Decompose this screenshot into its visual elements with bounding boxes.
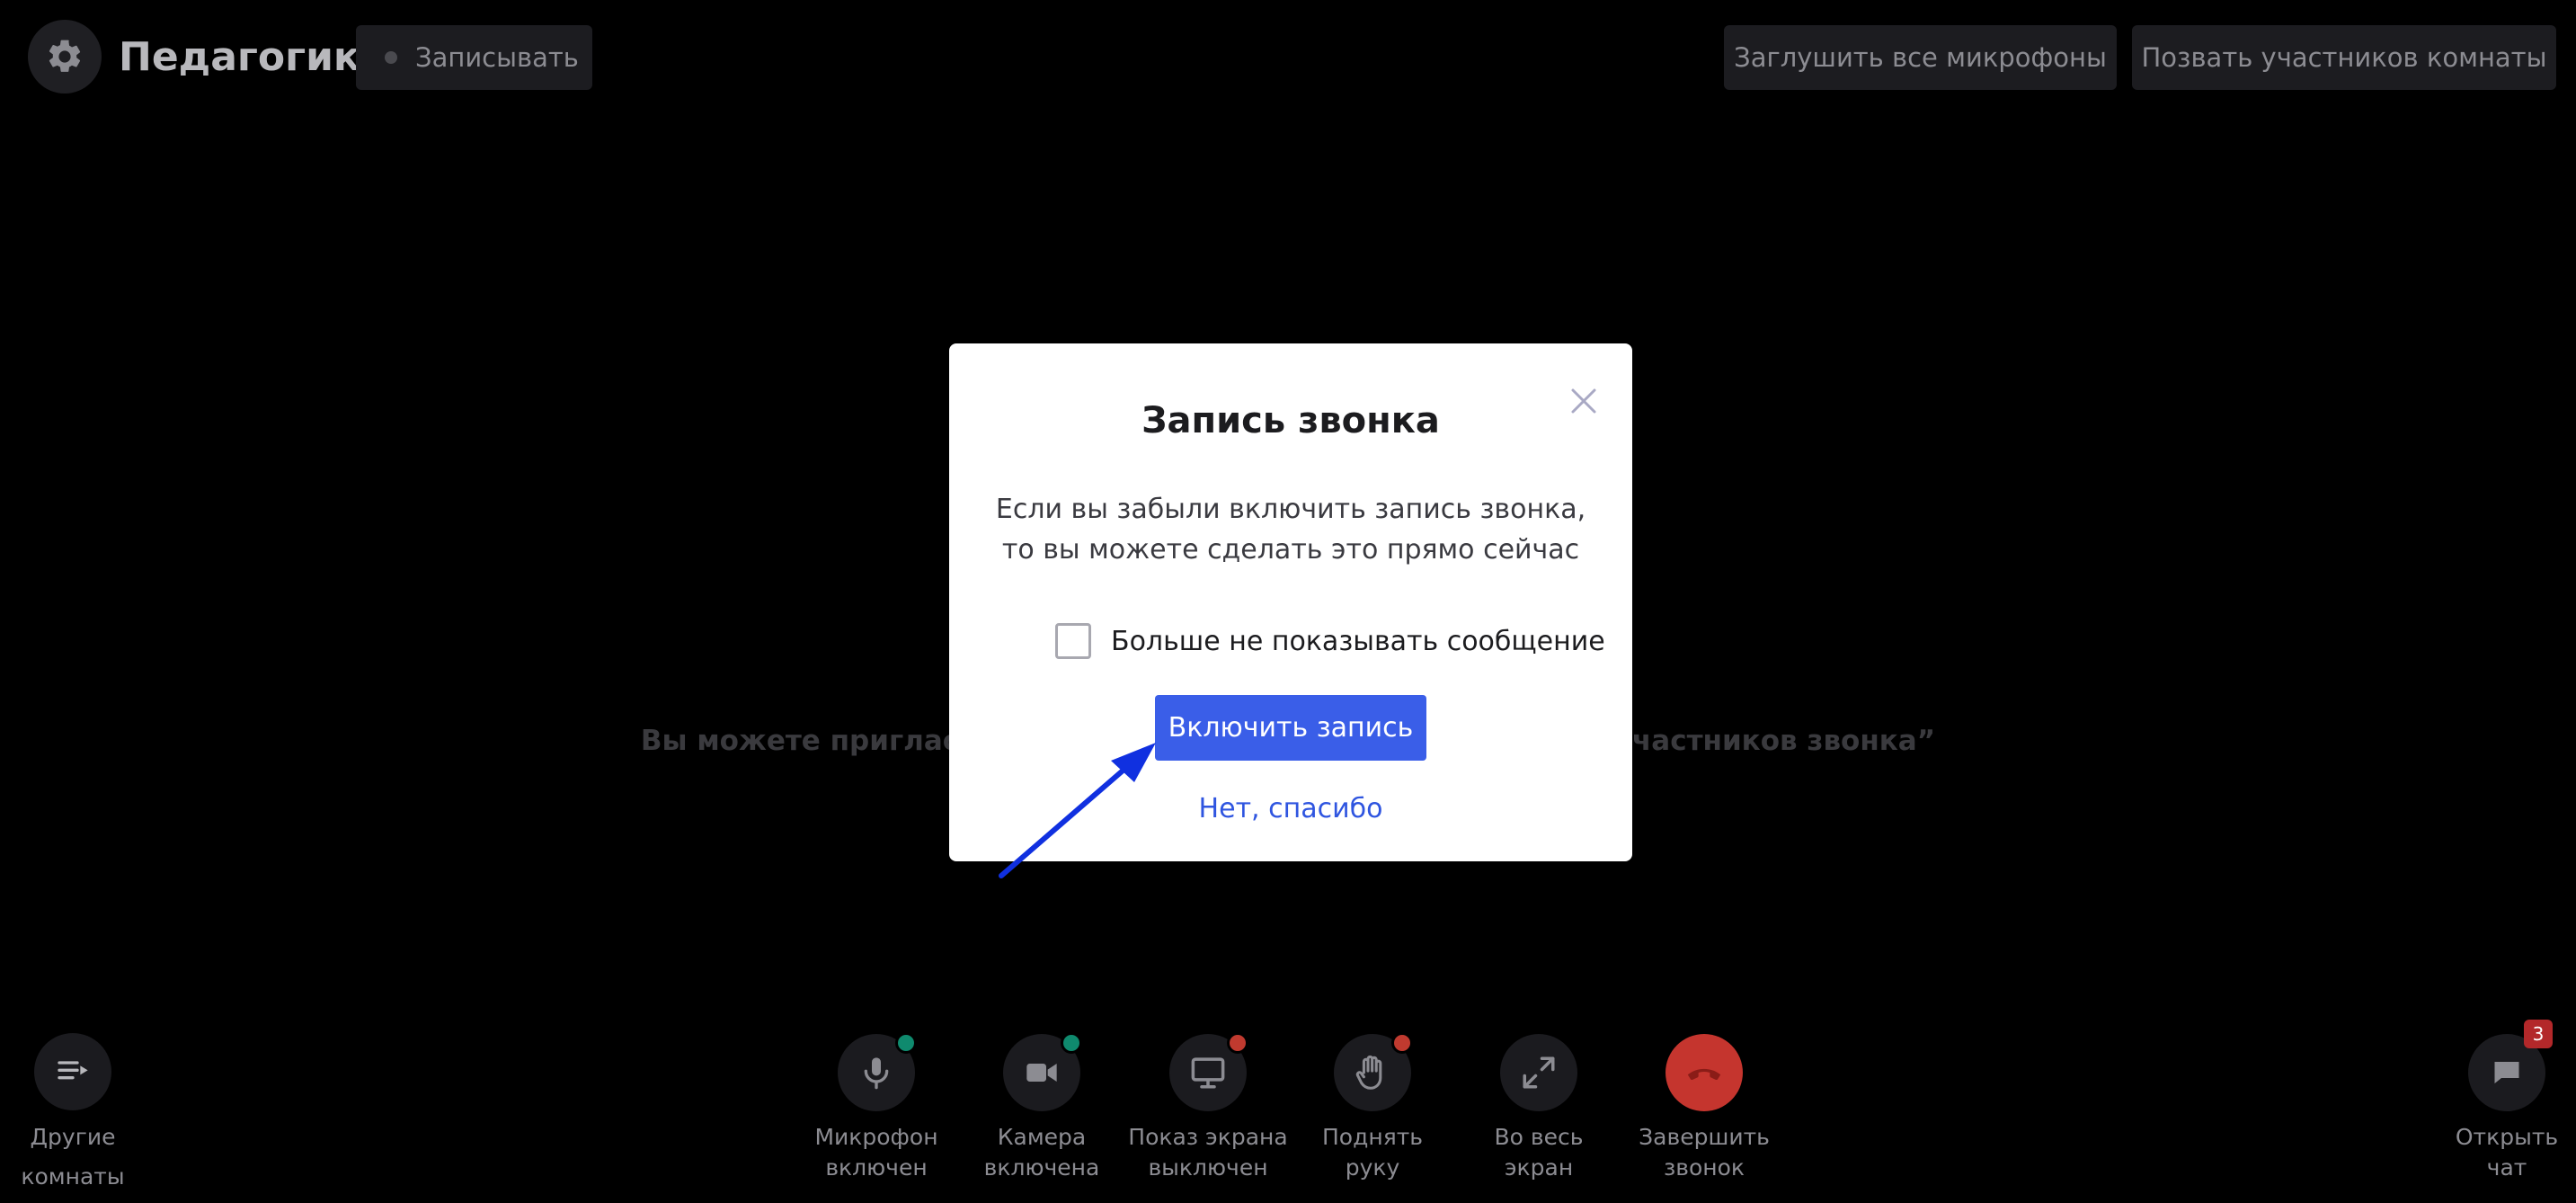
screen-share-label-2: выключен	[1148, 1154, 1268, 1181]
camera-label-2: включена	[983, 1154, 1100, 1181]
camera-status-dot	[1061, 1032, 1082, 1054]
open-chat-button[interactable]: 3 Открыть чат	[2456, 1020, 2558, 1183]
list-arrow-icon	[58, 1061, 88, 1080]
unread-count-badge: 3	[2524, 1020, 2553, 1048]
screen-share-status-dot	[1227, 1032, 1248, 1054]
end-call-label-1: Завершить	[1639, 1124, 1770, 1150]
microphone-toggle[interactable]: Микрофон включен	[809, 1032, 944, 1183]
camera-icon	[1026, 1064, 1057, 1082]
raise-hand-label-1: Поднять	[1321, 1124, 1424, 1150]
raise-hand-button[interactable]: Поднять руку	[1305, 1032, 1440, 1183]
dont-show-again-checkbox-row[interactable]: Больше не показывать сообщение	[1055, 623, 1605, 659]
enable-recording-button[interactable]: Включить запись	[1155, 695, 1426, 761]
modal-description-line-1: Если вы забыли включить запись звонка,	[995, 494, 1586, 525]
mute-all-button[interactable]: Заглушить все микрофоны	[1724, 25, 2117, 90]
modal-description: Если вы забыли включить запись звонка, т…	[949, 489, 1632, 570]
settings-button[interactable]	[28, 20, 102, 94]
raise-hand-label-2: руку	[1345, 1154, 1400, 1181]
fullscreen-button[interactable]: Во весь экран	[1471, 1034, 1606, 1183]
open-chat-label-1: Открыть	[2455, 1124, 2559, 1150]
hand-icon	[1355, 1055, 1382, 1090]
record-button[interactable]: Записывать	[356, 25, 592, 90]
no-thanks-link[interactable]: Нет, спасибо	[949, 793, 1632, 824]
camera-toggle[interactable]: Камера включена	[974, 1032, 1109, 1183]
microphone-label-1: Микрофон	[814, 1124, 938, 1150]
chat-icon	[2494, 1062, 2519, 1083]
gear-icon	[49, 40, 81, 72]
other-rooms-button[interactable]: Другие комнаты	[21, 1033, 125, 1197]
screen-share-toggle[interactable]: Показ экрана выключен	[1128, 1032, 1288, 1183]
monitor-icon	[1191, 1057, 1225, 1089]
fullscreen-label-2: экран	[1504, 1154, 1574, 1181]
record-dot-icon	[385, 51, 397, 64]
modal-title: Запись звонка	[1141, 400, 1440, 441]
record-button-label: Записывать	[415, 42, 579, 73]
other-rooms-label-1: Другие	[30, 1124, 116, 1150]
top-bar: Педагогика Записывать Заглушить все микр…	[0, 0, 2576, 117]
end-call-button[interactable]: Завершить звонок	[1628, 1034, 1781, 1183]
camera-label-1: Камера	[997, 1124, 1087, 1150]
microphone-label-2: включен	[825, 1154, 928, 1181]
open-chat-label-2: чат	[2486, 1154, 2527, 1181]
record-call-modal: Запись звонка Если вы забыли включить за…	[949, 343, 1632, 861]
end-call-label-2: звонок	[1663, 1154, 1745, 1181]
dont-show-again-label: Больше не показывать сообщение	[1111, 625, 1605, 657]
invite-participants-button[interactable]: Позвать участников комнаты	[2132, 25, 2556, 90]
modal-description-line-2: то вы можете сделать это прямо сейчас	[1001, 534, 1580, 566]
other-rooms-label-2: комнаты	[21, 1163, 125, 1190]
screen-share-label-1: Показ экрана	[1128, 1124, 1288, 1150]
microphone-icon	[864, 1057, 889, 1090]
dont-show-again-checkbox[interactable]	[1055, 623, 1091, 659]
expand-icon	[1523, 1056, 1555, 1089]
raise-hand-status-dot	[1391, 1032, 1413, 1054]
microphone-status-dot	[895, 1032, 917, 1054]
room-title: Педагогика	[119, 34, 387, 80]
phone-hangup-icon	[1687, 1068, 1721, 1081]
fullscreen-label-1: Во весь	[1494, 1124, 1584, 1150]
